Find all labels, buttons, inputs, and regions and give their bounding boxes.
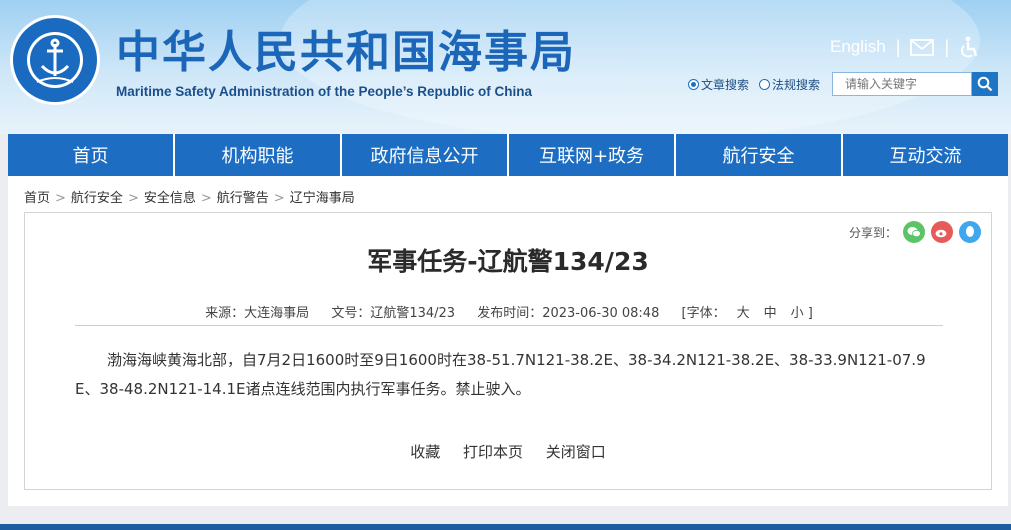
footer-bar	[0, 524, 1011, 530]
divider: |	[895, 36, 901, 57]
site-title-en: Maritime Safety Administration of the Pe…	[116, 84, 533, 99]
print-button[interactable]: 打印本页	[463, 443, 523, 461]
content-area: 首页 > 航行安全 > 安全信息 > 航行警告 > 辽宁海事局 分享到： 军事任务-辽航警134…	[8, 176, 1008, 506]
font-size-label: [字体：	[681, 306, 726, 321]
qq-icon[interactable]	[959, 221, 981, 243]
divider: |	[944, 36, 950, 57]
share-bar: 分享到：	[849, 221, 981, 243]
article-doc-no: 文号：辽航警134/23	[331, 306, 456, 321]
nav-home[interactable]: 首页	[8, 134, 175, 176]
wechat-icon[interactable]	[903, 221, 925, 243]
nav-gov-info[interactable]: 政府信息公开	[342, 134, 509, 176]
breadcrumb-liaoning[interactable]: 辽宁海事局	[290, 191, 355, 206]
nav-internet-gov[interactable]: 互联网+政务	[509, 134, 676, 176]
share-label: 分享到：	[848, 225, 897, 240]
radio-law-label[interactable]: 法规搜索	[772, 76, 820, 93]
nav-interaction[interactable]: 互动交流	[843, 134, 1008, 176]
favorite-button[interactable]: 收藏	[410, 443, 440, 461]
site-header: 中华人民共和国海事局 Maritime Safety Administratio…	[0, 0, 1011, 134]
article-meta: 来源：大连海事局 文号：辽航警134/23 发布时间：2023-06-30 08…	[25, 302, 991, 321]
font-large-button[interactable]: 大	[737, 306, 750, 321]
close-window-button[interactable]: 关闭窗口	[546, 443, 606, 461]
article-panel: 分享到： 军事任务-辽航警134/23 来源：大连海事局 文号：辽航警134/2…	[24, 212, 992, 490]
nav-nav-safety[interactable]: 航行安全	[676, 134, 843, 176]
search-bar: 文章搜索 法规搜索	[688, 72, 999, 96]
english-link[interactable]: English	[830, 37, 886, 57]
article-date: 发布时间：2023-06-30 08:48	[477, 306, 660, 321]
mail-icon[interactable]	[910, 38, 935, 56]
breadcrumb-safety-info[interactable]: 安全信息	[144, 191, 196, 206]
article-source: 来源：大连海事局	[205, 306, 310, 321]
accessibility-icon[interactable]	[959, 36, 979, 58]
weibo-icon[interactable]	[931, 221, 953, 243]
site-title-cn: 中华人民共和国海事局	[116, 27, 576, 78]
radio-article-search[interactable]	[688, 78, 699, 90]
msa-logo[interactable]	[9, 14, 101, 106]
radio-law-search[interactable]	[759, 78, 771, 90]
main-nav: 首页 机构职能 政府信息公开 互联网+政务 航行安全 互动交流	[8, 134, 1008, 176]
article-title: 军事任务-辽航警134/23	[367, 247, 649, 276]
article-actions: 收藏 打印本页 关闭窗口	[25, 441, 991, 462]
breadcrumb-nav-safety[interactable]: 航行安全	[71, 191, 123, 206]
breadcrumb: 首页 > 航行安全 > 安全信息 > 航行警告 > 辽宁海事局	[24, 191, 355, 206]
font-small-button[interactable]: 小 ]	[791, 306, 813, 321]
search-icon	[977, 76, 993, 92]
article-body: 渤海海峡黄海北部，自7月2日1600时至9日1600时在38-51.7N121-…	[75, 351, 926, 398]
search-button[interactable]	[972, 72, 999, 96]
divider-line	[75, 325, 943, 326]
font-medium-button[interactable]: 中	[764, 306, 777, 321]
top-links: English | |	[830, 36, 979, 58]
breadcrumb-home[interactable]: 首页	[24, 191, 50, 206]
nav-functions[interactable]: 机构职能	[175, 134, 342, 176]
search-input[interactable]	[832, 72, 973, 96]
breadcrumb-nav-warning[interactable]: 航行警告	[217, 191, 269, 206]
radio-article-label[interactable]: 文章搜索	[701, 76, 749, 93]
